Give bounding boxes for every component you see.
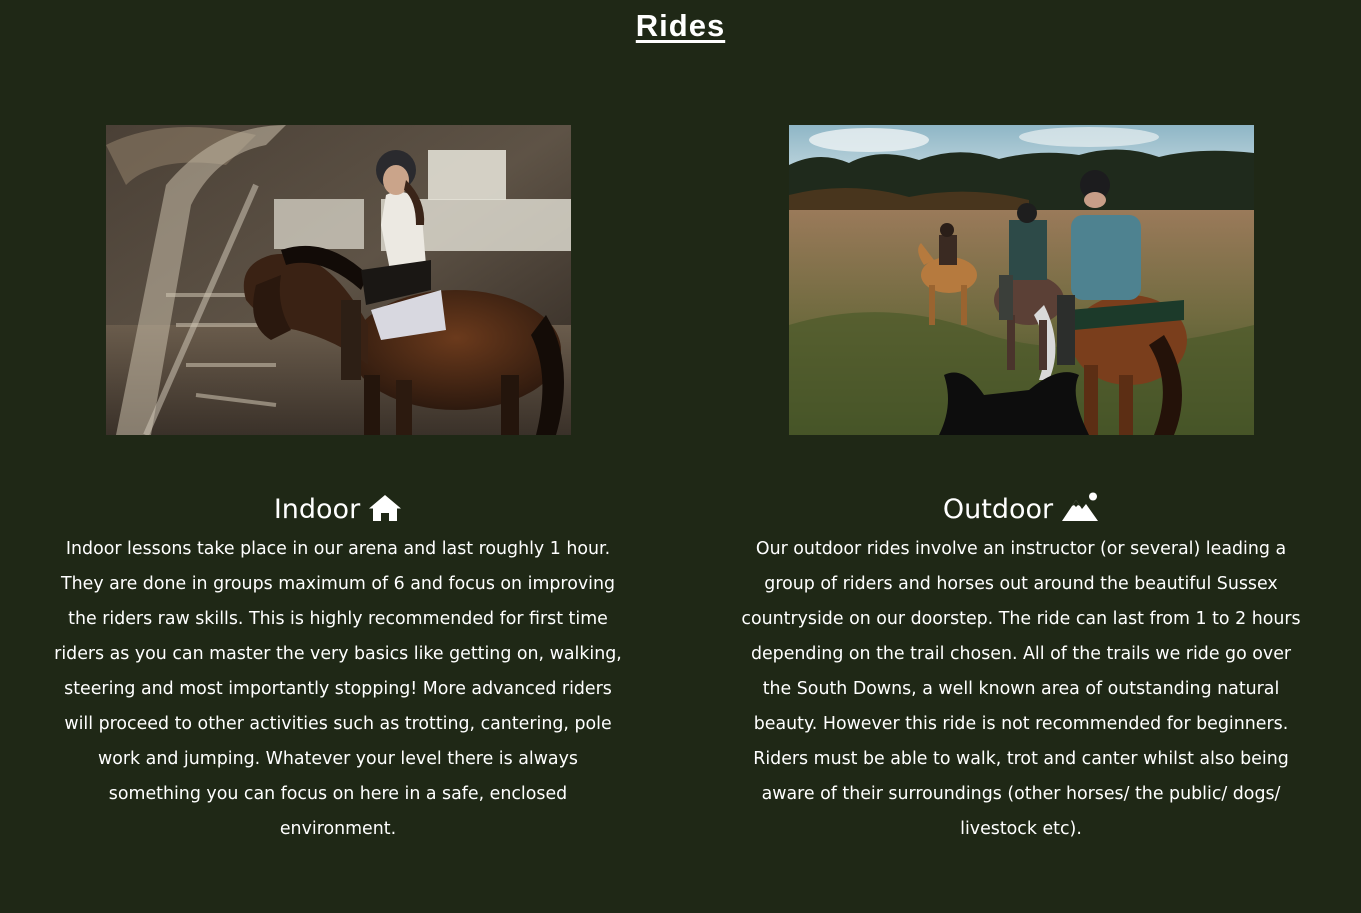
house-icon [368,494,402,534]
outdoor-ride-card: Outdoor Our outdoor rides involve an ins… [738,0,1304,913]
outdoor-heading-label: Outdoor [942,494,1054,525]
mountain-sun-icon [1061,492,1099,534]
rides-section: Rides Indoor Indoor lessons take place i… [0,0,1361,913]
indoor-heading: Indoor [54,490,622,534]
outdoor-description: Our outdoor rides involve an instructor … [741,539,1301,839]
indoor-ride-card: Indoor Indoor lessons take place in our … [54,0,622,913]
outdoor-trail-photo [789,125,1254,435]
indoor-description: Indoor lessons take place in our arena a… [54,539,622,839]
indoor-heading-label: Indoor [273,494,361,525]
outdoor-heading: Outdoor [738,490,1304,534]
indoor-arena-photo [106,125,571,435]
